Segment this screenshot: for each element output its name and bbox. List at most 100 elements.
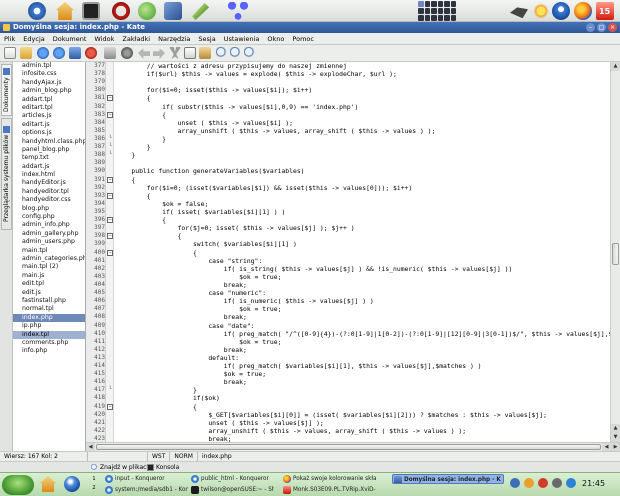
alert-tray-icon[interactable] [538,478,548,488]
close-document-icon[interactable] [85,47,97,59]
list-item[interactable]: handyeditor.tpl [13,188,85,196]
code-line[interactable]: 384 unset ( $this -> values[$i] ); [86,119,610,127]
calendar-icon[interactable] [596,2,614,20]
list-item[interactable]: index.php [13,313,85,323]
list-item[interactable]: ip.php [13,322,85,330]
code-line[interactable]: 388 └ } [86,151,610,159]
code-line[interactable]: 407 $ok = true; [86,305,610,313]
cut-icon[interactable] [169,47,181,59]
terminal-launcher-icon[interactable] [82,2,100,20]
list-item[interactable]: addart.tpl [13,96,85,104]
code-line[interactable]: 396− { [86,216,610,224]
list-item[interactable]: articles.js [13,112,85,120]
updater-tray-icon[interactable] [524,478,534,488]
clock[interactable]: 21:45 [582,479,605,488]
menu-file[interactable]: Plik [4,35,15,43]
list-item[interactable]: editart.tpl [13,104,85,112]
fold-toggle-icon[interactable]: − [107,403,113,410]
close-button[interactable]: × [608,23,617,32]
list-item[interactable]: handyeditor.css [13,196,85,204]
list-item[interactable]: admin_info.php [13,221,85,229]
insert-mode[interactable]: WST [148,451,171,462]
opera-launcher-icon[interactable] [112,2,130,20]
list-item[interactable]: index.html [13,171,85,179]
network-launcher-icon[interactable] [228,2,248,20]
menu-settings[interactable]: Ustawienia [224,35,260,43]
code-line[interactable]: 387 └ } [86,143,610,151]
list-item[interactable]: infosite.css [13,70,85,78]
list-item[interactable]: edit.tpl [13,280,85,288]
list-item[interactable]: fastinstall.php [13,297,85,305]
list-item[interactable]: editart.js [13,121,85,129]
taskbar-task[interactable]: system:/media/sdb1 - Konqueror [104,485,188,495]
code-line[interactable]: 423 break; [86,435,610,442]
list-item[interactable]: normal.tpl [13,305,85,313]
list-item[interactable]: info.php [13,347,85,355]
code-line[interactable]: 398− { [86,232,610,240]
code-lines[interactable]: 377 // wartości z adresu przypisujemy do… [86,62,610,442]
code-line[interactable]: 381− { [86,94,610,102]
code-line[interactable]: 402 if( is_string( $this -> values[$j] )… [86,265,610,273]
code-line[interactable]: 397 for($j=0; isset( $this -> values[$j]… [86,224,610,232]
redo-icon[interactable] [153,48,165,59]
fold-toggle-icon[interactable]: − [107,176,113,183]
menu-help[interactable]: Pomoc [292,35,314,43]
fold-toggle-icon[interactable]: − [107,192,113,199]
fish-icon[interactable] [510,7,528,19]
network-tray-icon[interactable] [510,478,520,488]
zoom-out-icon[interactable] [244,47,256,59]
print-icon[interactable] [104,47,116,59]
code-line[interactable]: 386 └ } [86,135,610,143]
code-line[interactable]: 383− { [86,111,610,119]
list-item[interactable]: admin.tpl [13,62,85,70]
code-line[interactable]: 421 unset ( $this -> values[$j] ); [86,419,610,427]
fold-toggle-icon[interactable]: − [107,217,113,224]
list-item[interactable]: main.js [13,272,85,280]
taskbar-pager[interactable]: 1 2 [90,475,98,494]
code-line[interactable]: 410 if( preg_match( "/^([0-9]{4})-(?:0[1… [86,330,610,338]
code-line[interactable]: 417 └ } [86,386,610,394]
browser-icon[interactable] [64,476,80,492]
code-line[interactable]: 379 [86,78,610,86]
window-titlebar[interactable]: Domyślna sesja: index.php - Kate – □ × [0,22,620,33]
selection-mode[interactable]: NORM [170,451,198,462]
stop-icon[interactable] [121,47,133,59]
code-line[interactable]: 412 break; [86,346,610,354]
maximize-button[interactable]: □ [597,23,606,32]
code-line[interactable]: 393− { [86,192,610,200]
code-line[interactable]: 400− { [86,249,610,257]
home-folder-icon[interactable] [56,2,74,20]
editor-launcher-icon[interactable] [192,2,210,20]
kate-app-icon[interactable] [3,24,10,31]
copy-icon[interactable] [184,47,196,59]
code-editor[interactable]: 377 // wartości z adresu przypisujemy do… [86,62,610,442]
list-item[interactable]: blog.php [13,205,85,213]
clipboard-tray-icon[interactable] [566,478,576,488]
code-line[interactable]: 416 break; [86,378,610,386]
code-line[interactable]: 411 $ok = true; [86,338,610,346]
taskbar-task[interactable]: Domyślna sesja: index.php - K [392,474,504,484]
messenger-launcher-icon[interactable] [138,2,156,20]
list-item[interactable]: admin_users.php [13,238,85,246]
code-line[interactable]: 385 array_unshift ( $this -> values, arr… [86,127,610,135]
scroll-up-icon[interactable]: ▲ [611,424,620,433]
menu-document[interactable]: Dokument [53,35,87,43]
konqueror-launcher-icon[interactable] [28,2,46,20]
list-item[interactable]: admin_blog.php [13,87,85,95]
code-line[interactable]: 422 array_unshift ( $this -> values, arr… [86,427,610,435]
fold-toggle-icon[interactable]: − [107,111,113,118]
list-item[interactable]: admin_categories.php [13,255,85,263]
scroll-up-icon[interactable]: ▲ [611,62,620,71]
scroll-down-icon[interactable]: ▼ [611,433,620,442]
list-item[interactable]: options.js [13,129,85,137]
back-arrow-icon[interactable] [37,47,49,59]
open-folder-icon[interactable] [20,47,32,59]
code-line[interactable]: 380 for($i=0; isset($this -> values[$i])… [86,86,610,94]
pager-page-2[interactable]: 2 [90,484,98,493]
list-item[interactable]: index.tpl [13,330,85,339]
home-folder-icon[interactable] [40,476,56,492]
code-line[interactable]: 395 if( isset( $variables[$i][1] ) ) [86,208,610,216]
code-line[interactable]: 404 break; [86,281,610,289]
taskbar-task[interactable]: twilson@openSUSE:~ - Shell [190,485,274,495]
fold-toggle-icon[interactable]: − [107,95,113,102]
